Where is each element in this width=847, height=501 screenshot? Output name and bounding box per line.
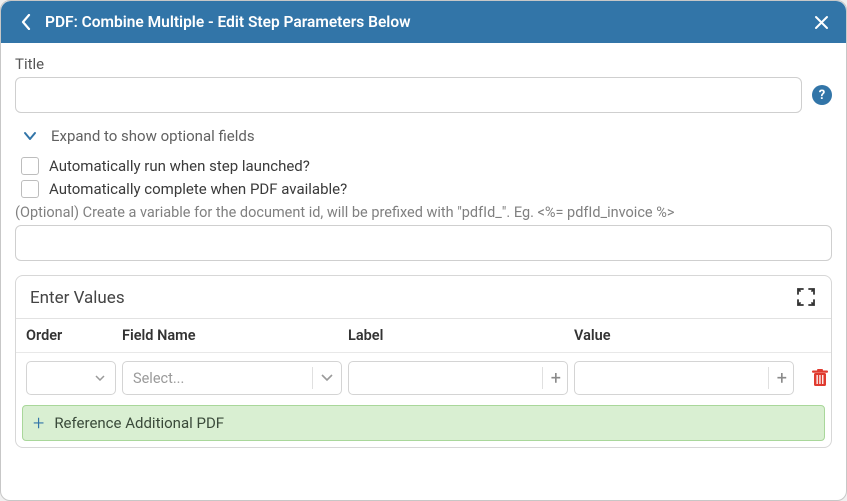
auto-complete-label: Automatically complete when PDF availabl… [49,180,347,198]
auto-complete-row: Automatically complete when PDF availabl… [21,180,832,198]
expand-icon [797,288,815,306]
dialog: PDF: Combine Multiple - Edit Step Parame… [0,0,847,501]
values-table: Order Field Name Label Value Select... [16,318,831,405]
add-reference-label: Reference Additional PDF [54,414,224,432]
caret-down-icon [321,374,333,382]
dialog-body: Title ? Expand to show optional fields A… [1,43,846,500]
close-button[interactable] [810,15,832,30]
col-label: Label [348,327,568,344]
trash-icon [812,369,828,387]
back-button[interactable] [15,14,37,30]
expand-optional-toggle[interactable]: Expand to show optional fields [23,127,832,145]
value-input[interactable]: + [574,361,794,395]
variable-input[interactable] [15,225,832,261]
auto-run-row: Automatically run when step launched? [21,157,832,175]
auto-run-checkbox[interactable] [21,157,39,175]
variable-hint: (Optional) Create a variable for the doc… [15,204,832,221]
dialog-title: PDF: Combine Multiple - Edit Step Parame… [45,13,810,31]
caret-down-icon [95,375,105,381]
expand-optional-label: Expand to show optional fields [51,127,255,145]
values-panel-title: Enter Values [30,288,125,308]
chevron-left-icon [21,14,31,30]
values-panel-header: Enter Values [16,276,831,318]
fullscreen-button[interactable] [797,288,817,308]
plus-icon: + [33,411,44,435]
table-row: Select... + + [16,353,831,405]
plus-icon: + [777,368,787,389]
delete-row-button[interactable] [800,369,840,387]
plus-icon: + [551,368,561,389]
col-value: Value [574,327,794,344]
table-header: Order Field Name Label Value [16,319,831,353]
help-icon[interactable]: ? [812,85,832,105]
title-label: Title [15,55,832,73]
values-panel: Enter Values Order Field Name Label Valu… [15,275,832,448]
field-name-select[interactable]: Select... [122,361,342,395]
order-select[interactable] [26,361,116,395]
close-icon [814,15,829,30]
auto-complete-checkbox[interactable] [21,180,39,198]
label-input[interactable]: + [348,361,568,395]
col-field-name: Field Name [122,327,342,344]
add-reference-button[interactable]: + Reference Additional PDF [22,405,825,441]
title-input[interactable] [15,77,802,113]
field-name-placeholder: Select... [133,370,304,387]
auto-run-label: Automatically run when step launched? [49,157,310,175]
col-order: Order [26,327,116,344]
dialog-header: PDF: Combine Multiple - Edit Step Parame… [1,1,846,43]
chevron-down-icon [23,131,37,141]
